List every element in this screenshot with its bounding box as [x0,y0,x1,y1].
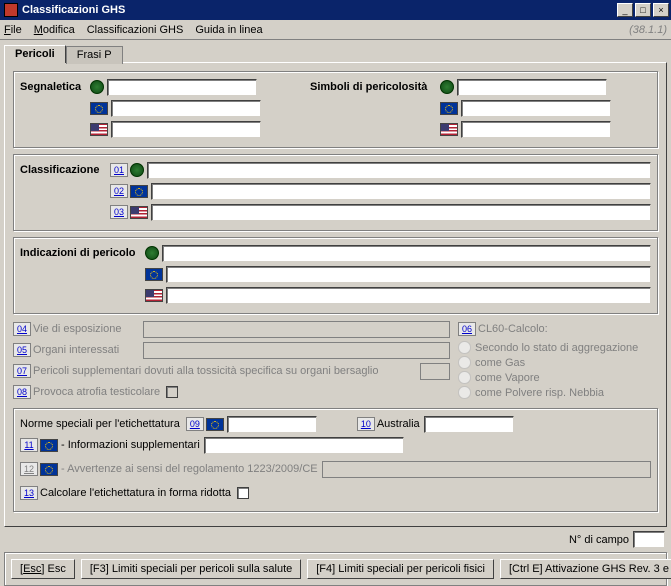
menu-file[interactable]: File [4,24,22,36]
f3-button[interactable]: [F3] Limiti speciali per pericoli sulla … [81,559,301,579]
segnaletica-eu-input[interactable] [111,100,261,117]
idx-05[interactable]: 05 [13,343,31,357]
idx-07[interactable]: 07 [13,364,31,378]
group-indicazioni: Indicazioni di pericolo [13,237,658,314]
australia-label: Australia [377,418,420,430]
simboli-globe-input[interactable] [457,79,607,96]
infosup-input[interactable] [204,437,404,454]
ctrle-button[interactable]: [Ctrl E] Attivazione GHS Rev. 3 e CLP 2°… [500,559,671,579]
globe-icon [145,246,159,260]
radio-polvere[interactable]: come Polvere risp. Nebbia [458,386,658,399]
simboli-us-input[interactable] [461,121,611,138]
tabstrip: Pericoli Frasi P [0,40,671,62]
idx-02[interactable]: 02 [110,184,128,198]
classificazione-01-input[interactable] [147,162,651,179]
segnaletica-label: Segnaletica [20,81,90,93]
us-flag-icon [440,123,458,136]
f4-button[interactable]: [F4] Limiti speciali per pericoli fisici [307,559,494,579]
calcrid-checkbox[interactable] [237,487,249,499]
globe-icon [90,80,104,94]
organi-input [143,342,450,359]
calcrid-label: Calcolare l'etichettatura in forma ridot… [40,487,231,499]
idx-09[interactable]: 09 [186,417,204,431]
norme-label: Norme speciali per l'etichettatura [20,418,180,430]
group-norme: Norme speciali per l'etichettatura 09 10… [13,408,658,512]
provoca-label: Provoca atrofia testicolare [33,386,160,398]
ncampo-input[interactable] [633,531,665,548]
us-flag-icon [145,289,163,302]
vie-input [143,321,450,338]
cl60-radio-group: Secondo lo stato di aggregazione come Ga… [458,341,658,399]
globe-icon [130,163,144,177]
eu-flag-icon [90,102,108,115]
classificazione-03-input[interactable] [151,204,651,221]
simboli-label: Simboli di pericolosità [310,81,440,93]
infosup-label: - Informazioni supplementari [61,439,200,451]
idx-08[interactable]: 08 [13,385,31,399]
classificazione-label: Classificazione [20,164,110,176]
radio-aggregazione[interactable]: Secondo lo stato di aggregazione [458,341,658,354]
segnaletica-globe-input[interactable] [107,79,257,96]
esc-button[interactable]: [Esc] Esc [11,559,75,579]
maximize-button[interactable]: □ [635,3,651,17]
norme-eu-input[interactable] [227,416,317,433]
close-button[interactable]: × [653,3,669,17]
radio-gas[interactable]: come Gas [458,356,658,369]
classificazione-02-input[interactable] [151,183,651,200]
indicazioni-globe-input[interactable] [162,245,651,262]
eu-flag-icon [40,463,58,476]
provoca-checkbox [166,386,178,398]
indicazioni-us-input[interactable] [166,287,651,304]
cl60-label: CL60-Calcolo: [478,323,548,335]
organi-label: Organi interessati [33,344,143,356]
minimize-button[interactable]: _ [617,3,633,17]
vie-label: Vie di esposizione [33,323,143,335]
perisup-input [420,363,450,380]
menu-help[interactable]: Guida in linea [195,24,262,36]
group-classificazione: Classificazione 01 02 03 [13,154,658,231]
idx-13[interactable]: 13 [20,486,38,500]
indicazioni-label: Indicazioni di pericolo [20,247,145,259]
us-flag-icon [130,206,148,219]
avvert-input [322,461,651,478]
button-bar: [Esc] Esc [F3] Limiti speciali per peric… [4,552,667,586]
idx-04[interactable]: 04 [13,322,31,336]
eu-flag-icon [206,418,224,431]
eu-flag-icon [145,268,163,281]
titlebar: Classificazioni GHS _ □ × [0,0,671,20]
footer-field: N° di campo [0,531,665,548]
idx-11[interactable]: 11 [20,438,38,452]
idx-10[interactable]: 10 [357,417,375,431]
eu-flag-icon [130,185,148,198]
main-panel: Segnaletica Simboli di pericolosit [4,62,667,527]
app-icon [4,3,18,17]
idx-06[interactable]: 06 [458,322,476,336]
version-label: (38.1.1) [629,24,667,36]
us-flag-icon [90,123,108,136]
menubar: File Modifica Classificazioni GHS Guida … [0,20,671,40]
tab-frasip[interactable]: Frasi P [66,46,123,64]
ncampo-label: N° di campo [569,534,629,546]
menu-edit[interactable]: Modifica [34,24,75,36]
idx-12[interactable]: 12 [20,462,38,476]
perisup-label: Pericoli supplementari dovuti alla tossi… [33,365,420,377]
globe-icon [440,80,454,94]
avvert-label: - Avvertenze ai sensi del regolamento 12… [61,463,318,475]
window-title: Classificazioni GHS [22,4,617,16]
tab-pericoli[interactable]: Pericoli [4,45,66,63]
idx-01[interactable]: 01 [110,163,128,177]
simboli-eu-input[interactable] [461,100,611,117]
menu-ghs[interactable]: Classificazioni GHS [87,24,184,36]
eu-flag-icon [440,102,458,115]
eu-flag-icon [40,439,58,452]
segnaletica-us-input[interactable] [111,121,261,138]
indicazioni-eu-input[interactable] [166,266,651,283]
radio-vapore[interactable]: come Vapore [458,371,658,384]
group-segnaletica: Segnaletica Simboli di pericolosit [13,71,658,148]
australia-input[interactable] [424,416,514,433]
idx-03[interactable]: 03 [110,205,128,219]
